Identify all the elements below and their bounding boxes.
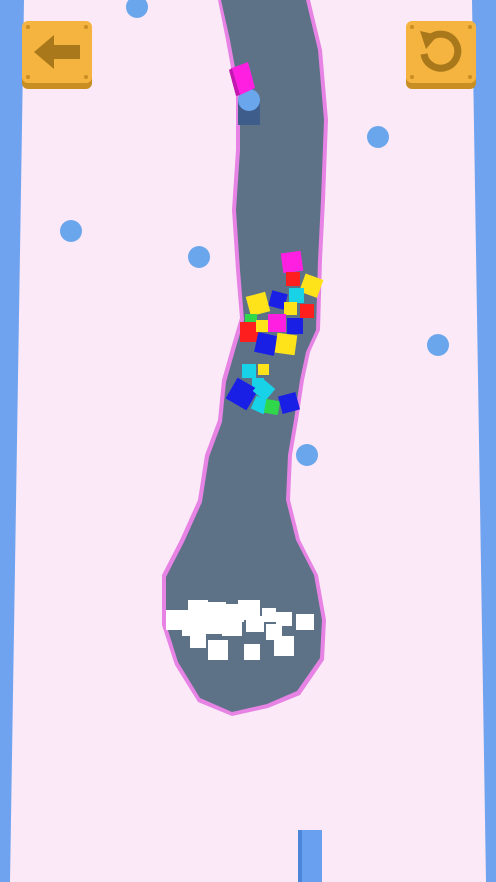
restart-icon [406,21,476,89]
cube-yellow [256,320,268,332]
cube-yellow [258,364,269,375]
peg [188,246,210,268]
cube-yellow [284,302,297,315]
cube-yellow [274,332,298,356]
cube-blue [254,332,278,356]
peg [427,334,449,356]
peg [296,444,318,466]
cube-blue [287,318,303,334]
peg [367,126,389,148]
cube-red [286,272,300,286]
cube-red [300,304,314,318]
cube-cyan [242,364,256,378]
back-button[interactable] [22,21,92,89]
cube-cyan [289,288,304,303]
cube-green [263,398,281,416]
game-scene [0,0,496,882]
arrow-left-icon [22,21,92,89]
goal-tube [298,830,322,882]
peg [60,220,82,242]
cube-magenta [268,314,286,332]
restart-button[interactable] [406,21,476,89]
cube-magenta [280,250,304,274]
